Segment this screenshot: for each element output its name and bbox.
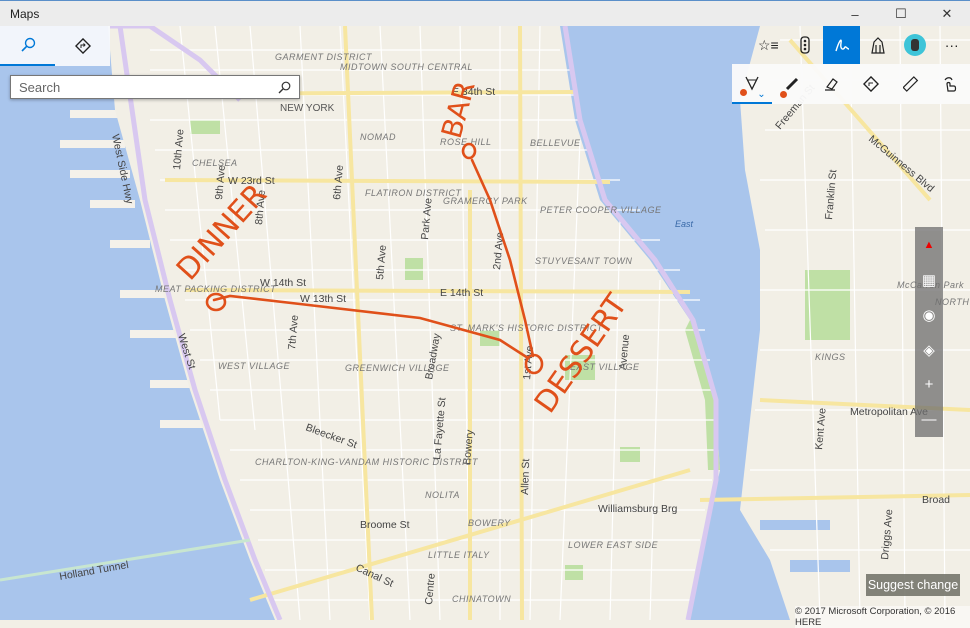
svg-text:BOWERY: BOWERY: [468, 518, 511, 528]
svg-text:WEST VILLAGE: WEST VILLAGE: [218, 361, 291, 371]
ballpoint-pen-button[interactable]: ⌄: [732, 64, 772, 104]
title-bar: Maps – ☐ ✕: [0, 0, 970, 26]
more-icon: ···: [944, 37, 959, 53]
copyright-text: © 2017 Microsoft Corporation, © 2016 HER…: [795, 606, 970, 628]
eraser-icon: [825, 78, 839, 91]
favorites-button[interactable]: ☆≡: [750, 26, 787, 64]
favorites-icon: ☆≡: [757, 36, 779, 53]
windows-ink-icon: [835, 39, 849, 52]
touch-writing-icon: [944, 77, 957, 92]
3d-cities-button[interactable]: [860, 26, 897, 64]
ink-toolbar: ⌄: [732, 64, 970, 104]
touch-writing-button[interactable]: [930, 64, 970, 104]
maximize-button[interactable]: ☐: [878, 1, 924, 27]
locate-icon: ◉: [922, 306, 936, 324]
more-button[interactable]: ···: [933, 26, 970, 64]
directions-icon: [74, 38, 91, 54]
minimize-button[interactable]: –: [832, 1, 878, 27]
compass-button[interactable]: ▲: [915, 227, 943, 262]
map-toolbar: ☆≡ ···: [750, 26, 970, 64]
svg-text:Williamsburg Brg: Williamsburg Brg: [598, 503, 678, 515]
svg-text:CHINATOWN: CHINATOWN: [452, 594, 511, 604]
ruler-button[interactable]: [891, 64, 931, 104]
search-icon: [20, 37, 35, 52]
zoom-out-button[interactable]: —: [915, 402, 943, 437]
suggest-change-button[interactable]: Suggest change: [866, 574, 960, 596]
svg-text:W 13th St: W 13th St: [300, 293, 346, 305]
svg-text:MIDTOWN SOUTH CENTRAL: MIDTOWN SOUTH CENTRAL: [340, 62, 473, 72]
svg-text:Broad: Broad: [922, 494, 950, 506]
layers-button[interactable]: ◈: [915, 332, 943, 367]
svg-text:Allen St: Allen St: [519, 458, 532, 495]
search-tab[interactable]: [0, 26, 55, 66]
search-icon[interactable]: [278, 81, 291, 94]
windows-ink-button[interactable]: [823, 26, 861, 64]
ink-directions-button[interactable]: [851, 64, 891, 104]
svg-text:GARMENT DISTRICT: GARMENT DISTRICT: [275, 52, 373, 62]
search-box[interactable]: [10, 75, 300, 99]
tilt-icon: ▦: [921, 271, 937, 289]
zoom-in-button[interactable]: +: [915, 367, 943, 402]
layers-icon: ◈: [923, 341, 935, 359]
compass-icon: ▲: [923, 238, 935, 251]
svg-text:LOWER EAST SIDE: LOWER EAST SIDE: [568, 540, 659, 550]
svg-text:KINGS: KINGS: [815, 352, 846, 362]
zoom-out-icon: —: [921, 411, 937, 428]
svg-text:MEAT PACKING DISTRICT: MEAT PACKING DISTRICT: [155, 284, 277, 294]
svg-text:PETER COOPER VILLAGE: PETER COOPER VILLAGE: [540, 205, 662, 215]
highlighter-icon: [785, 77, 798, 91]
svg-text:BELLEVUE: BELLEVUE: [530, 138, 581, 148]
traffic-icon: [800, 36, 810, 54]
tilt-button[interactable]: ▦: [915, 262, 943, 297]
zoom-in-icon: +: [924, 376, 934, 393]
search-input[interactable]: [19, 79, 259, 95]
map-controls: ▲ ▦ ◉ ◈ + —: [915, 227, 943, 437]
left-panel: [0, 26, 110, 66]
svg-text:NOLITA: NOLITA: [425, 490, 460, 500]
svg-text:CHARLTON-KING-VANDAM HISTORIC: CHARLTON-KING-VANDAM HISTORIC DISTRICT: [255, 457, 479, 467]
svg-text:CHELSEA: CHELSEA: [192, 158, 238, 168]
account-button[interactable]: [897, 26, 934, 64]
3d-cities-icon: [871, 37, 886, 54]
svg-text:Broome St: Broome St: [360, 519, 410, 531]
locate-button[interactable]: ◉: [915, 297, 943, 332]
svg-text:E 14th St: E 14th St: [440, 287, 483, 299]
directions-tab[interactable]: [55, 26, 110, 66]
map-canvas[interactable]: E 34th St W 23rd St W 14th St W 13th St …: [0, 26, 970, 620]
directions-icon: [862, 76, 879, 92]
svg-text:STUYVESANT TOWN: STUYVESANT TOWN: [535, 256, 632, 266]
svg-text:NOMAD: NOMAD: [360, 132, 396, 142]
svg-text:LITTLE ITALY: LITTLE ITALY: [428, 550, 490, 560]
chevron-down-icon[interactable]: ⌄: [757, 89, 765, 100]
app-title: Maps: [10, 6, 40, 21]
svg-text:GRAMERCY PARK: GRAMERCY PARK: [443, 196, 528, 206]
svg-text:GREENWICH VILLAGE: GREENWICH VILLAGE: [345, 363, 450, 373]
ruler-icon: [902, 76, 918, 92]
highlighter-button[interactable]: [772, 64, 812, 104]
pen-color-swatch: [740, 89, 747, 96]
highlighter-color-swatch: [779, 91, 787, 98]
svg-text:NEW YORK: NEW YORK: [280, 103, 335, 114]
traffic-button[interactable]: [787, 26, 824, 64]
eraser-button[interactable]: [811, 64, 851, 104]
svg-text:East: East: [675, 219, 694, 229]
avatar: [904, 34, 927, 56]
close-button[interactable]: ✕: [924, 1, 970, 27]
